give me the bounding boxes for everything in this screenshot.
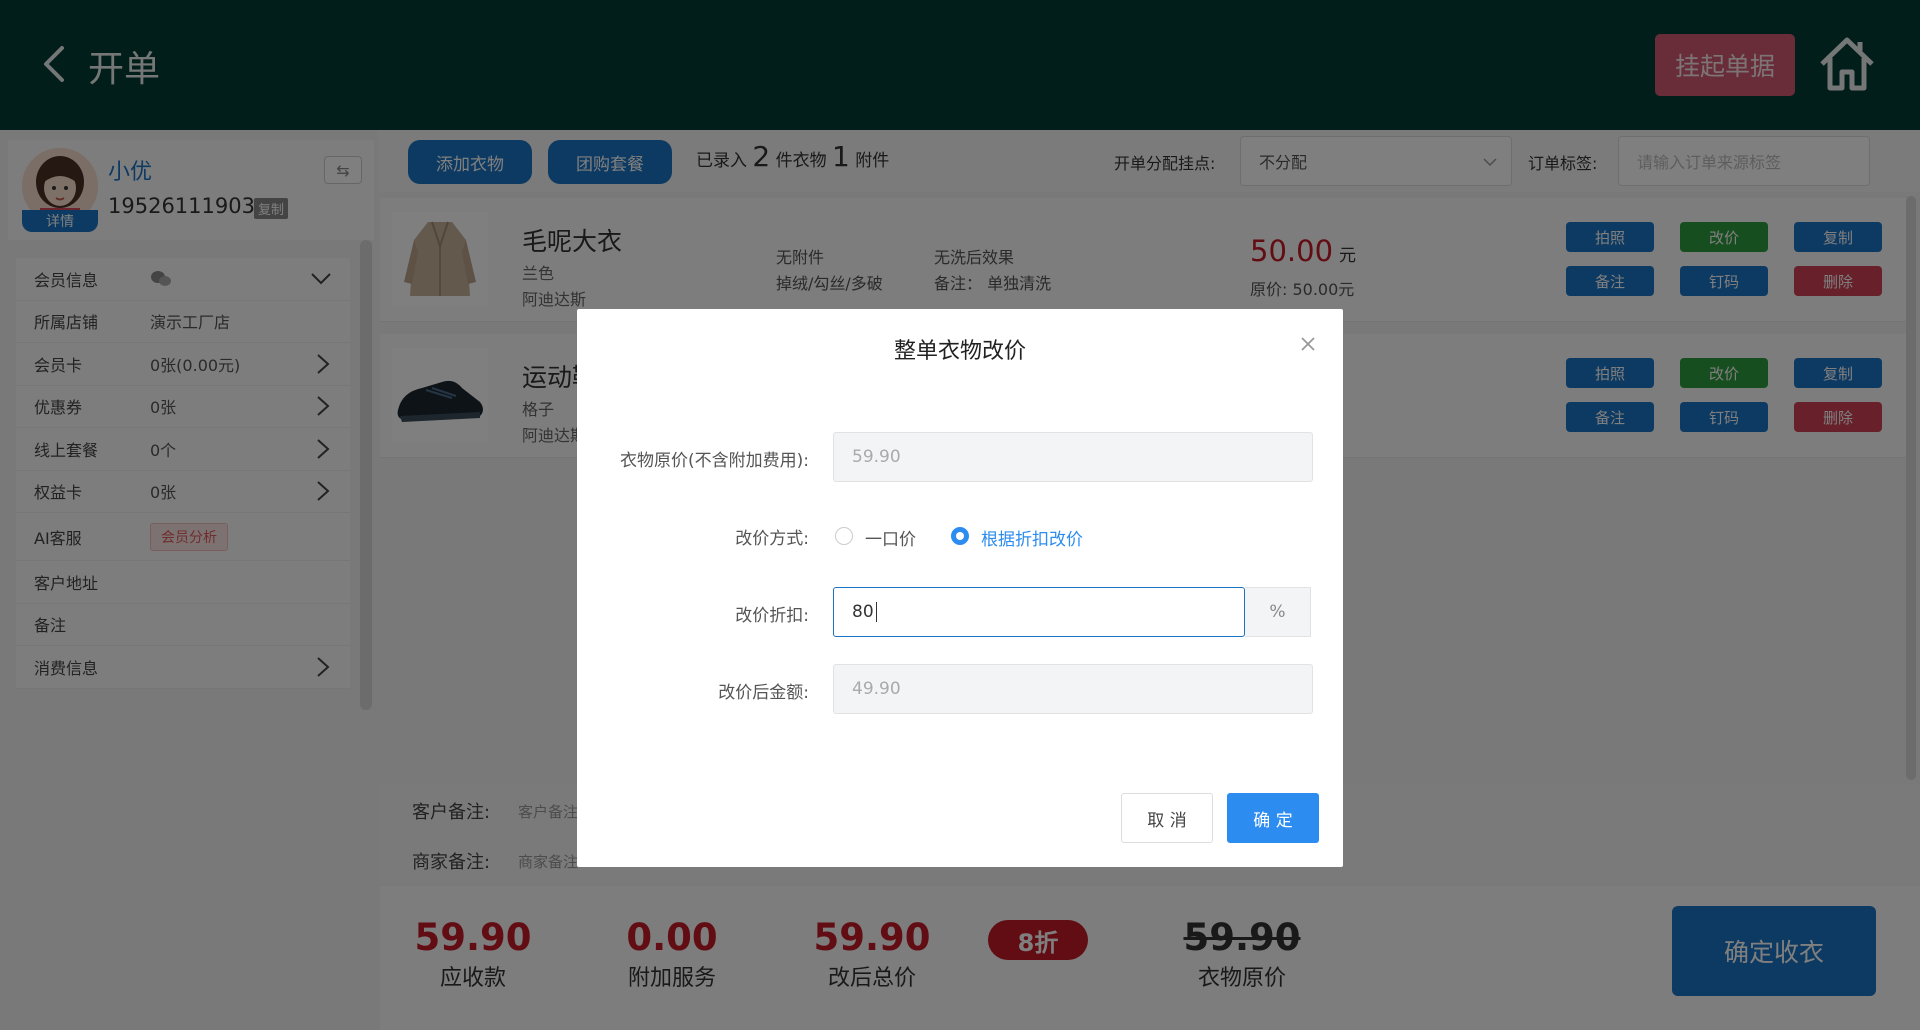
discount-label: 改价折扣:	[735, 606, 809, 626]
confirm-button[interactable]: 确 定	[1227, 793, 1319, 843]
text-caret	[875, 602, 877, 622]
radio-discount-label[interactable]: 根据折扣改价	[981, 525, 1083, 550]
original-price-field: 59.90	[833, 432, 1313, 482]
method-radio-group: 一口价 根据折扣改价	[833, 525, 1233, 550]
percent-suffix: %	[1245, 587, 1311, 637]
original-price-label: 衣物原价(不含附加费用):	[620, 451, 809, 471]
radio-fixed-price[interactable]	[835, 527, 853, 545]
modal-title: 整单衣物改价	[893, 339, 1026, 364]
radio-fixed-price-label[interactable]: 一口价	[865, 525, 916, 550]
close-icon[interactable]	[1297, 333, 1319, 355]
cancel-button[interactable]: 取 消	[1121, 793, 1213, 843]
discount-input[interactable]: 80	[833, 587, 1245, 637]
discount-value: 80	[852, 602, 874, 622]
reprice-modal: 整单衣物改价 衣物原价(不含附加费用): 59.90 改价方式: 一口价 根据折…	[577, 309, 1343, 867]
radio-discount[interactable]	[951, 527, 969, 545]
method-label: 改价方式:	[735, 529, 809, 549]
after-amount-label: 改价后金额:	[718, 683, 809, 703]
after-amount-field: 49.90	[833, 664, 1313, 714]
